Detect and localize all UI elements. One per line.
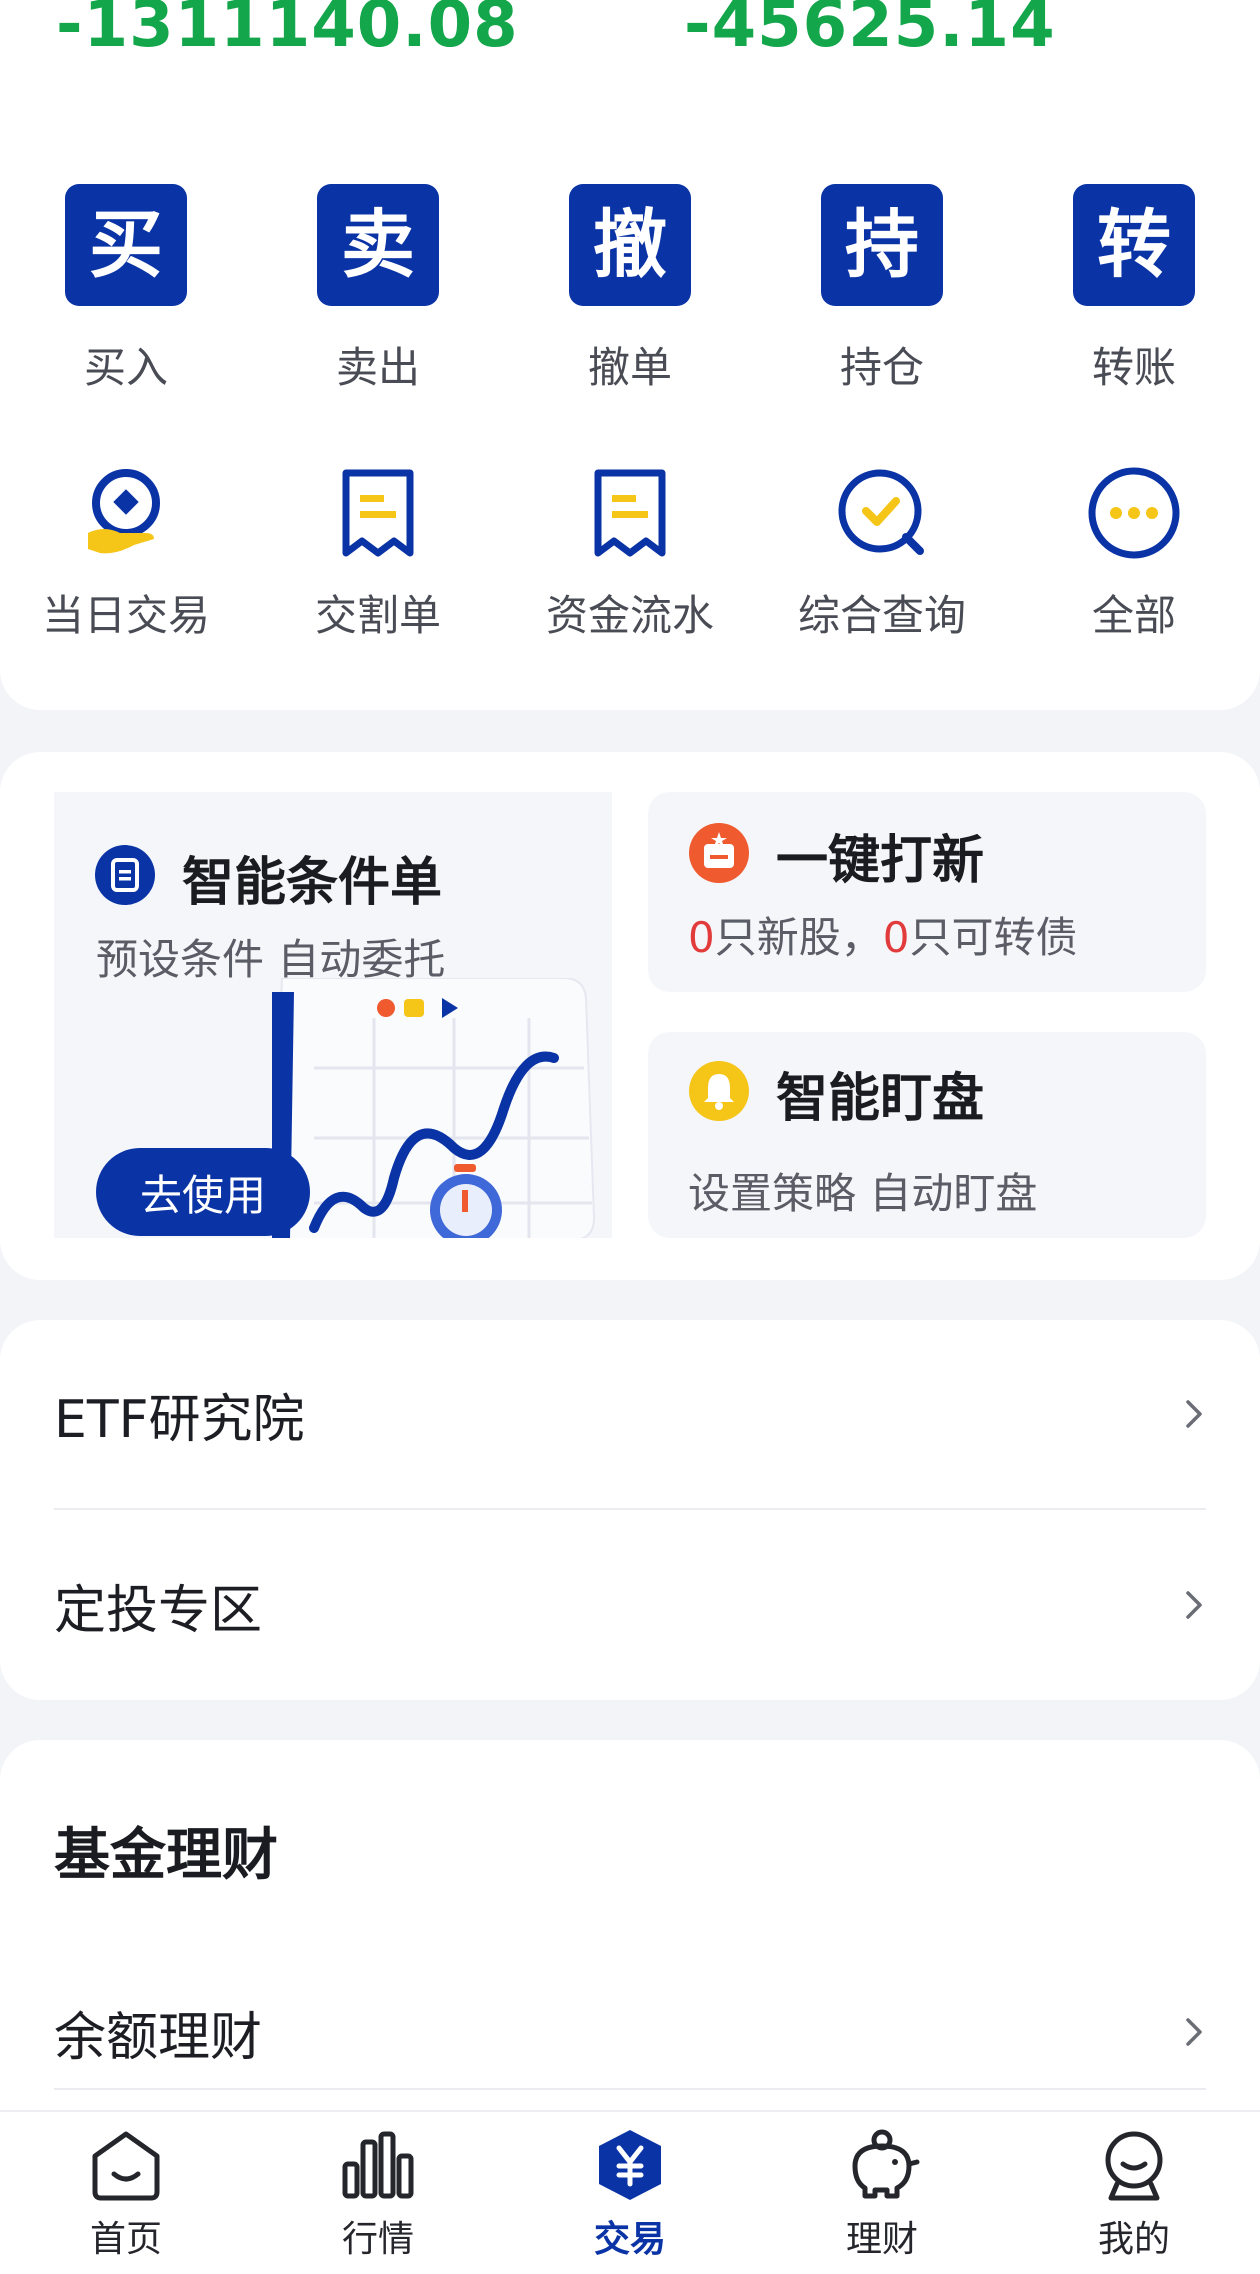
divider bbox=[54, 1508, 1206, 1510]
transfer-button[interactable]: 转 转账 bbox=[1008, 184, 1260, 395]
list-item-etf-research[interactable]: ETF研究院 bbox=[54, 1374, 1206, 1454]
cancel-order-label: 撤单 bbox=[587, 343, 672, 392]
one-click-ipo-tile[interactable]: 一键打新 0只新股，0只可转债 bbox=[648, 792, 1206, 992]
sell-icon: 卖 bbox=[317, 184, 439, 306]
buy-icon: 买 bbox=[65, 184, 187, 306]
cancel-icon: 撤 bbox=[569, 184, 691, 306]
coin-hand-icon bbox=[71, 458, 181, 568]
list-item-balance-wealth[interactable]: 余额理财 bbox=[54, 1992, 1206, 2072]
piggy-bank-icon bbox=[852, 2129, 920, 2199]
transfer-label: 转账 bbox=[1091, 343, 1176, 392]
receipt-icon bbox=[575, 458, 685, 568]
etf-research-label: ETF研究院 bbox=[54, 1389, 305, 1450]
smart-watch-title: 智能盯盘 bbox=[776, 1069, 985, 1129]
fund-section-title: 基金理财 bbox=[54, 1823, 278, 1888]
tab-wealth[interactable]: 理财 bbox=[756, 2112, 1008, 2274]
smart-condition-order-tile[interactable]: 智能条件单 预设条件 自动委托 去使用 bbox=[54, 792, 612, 1238]
trade-yuan-icon bbox=[599, 2130, 661, 2200]
market-chart-icon bbox=[342, 2131, 414, 2199]
divider bbox=[54, 2088, 1206, 2090]
tab-market[interactable]: 行情 bbox=[252, 2112, 504, 2274]
smart-watch-subtitle: 设置策略 自动盯盘 bbox=[688, 1169, 1038, 1218]
secondary-actions-row: 当日交易 交割单 资金流水 综合查询 全部 bbox=[0, 458, 1260, 643]
query-label: 综合查询 bbox=[797, 591, 966, 640]
all-label: 全部 bbox=[1091, 591, 1176, 640]
tab-trade[interactable]: 交易 bbox=[504, 2112, 756, 2274]
today-trades-label: 当日交易 bbox=[41, 591, 210, 640]
smart-tools-card: 智能条件单 预设条件 自动委托 去使用 一键打新 0只新股，0只可转债 智能盯盘… bbox=[0, 752, 1260, 1280]
more-icon bbox=[1079, 458, 1189, 568]
tab-trade-label: 交易 bbox=[593, 2219, 666, 2260]
list-item-dca-zone[interactable]: 定投专区 bbox=[54, 1565, 1206, 1645]
all-button[interactable]: 全部 bbox=[1008, 458, 1260, 643]
ipo-icon bbox=[689, 823, 749, 883]
fund-flow-button[interactable]: 资金流水 bbox=[504, 458, 756, 643]
tab-market-label: 行情 bbox=[341, 2219, 414, 2260]
query-button[interactable]: 综合查询 bbox=[756, 458, 1008, 643]
receipt-icon bbox=[323, 458, 433, 568]
cancel-order-button[interactable]: 撤 撤单 bbox=[504, 184, 756, 395]
buy-button[interactable]: 买 买入 bbox=[0, 184, 252, 395]
links-card: ETF研究院 定投专区 bbox=[0, 1320, 1260, 1700]
new-stock-count: 0 bbox=[688, 913, 715, 962]
settlement-button[interactable]: 交割单 bbox=[252, 458, 504, 643]
ipo-subtitle: 0只新股，0只可转债 bbox=[688, 904, 1078, 965]
ipo-title: 一键打新 bbox=[776, 831, 985, 891]
chevron-right-icon bbox=[1186, 1591, 1202, 1619]
check-search-icon bbox=[827, 458, 937, 568]
condition-order-icon bbox=[95, 845, 155, 905]
bottom-tab-bar: 首页 行情 交易 理财 我的 bbox=[0, 2110, 1260, 2274]
trade-actions-card: -1311140.08 -45625.14 买 买入 卖 卖出 撤 撤单 持 持… bbox=[0, 0, 1260, 710]
profile-icon bbox=[1105, 2131, 1163, 2201]
tab-mine-label: 我的 bbox=[1097, 2219, 1170, 2260]
new-stock-text: 只新股， bbox=[714, 913, 883, 962]
condition-order-title: 智能条件单 bbox=[182, 853, 443, 913]
tab-home[interactable]: 首页 bbox=[0, 2112, 252, 2274]
sell-label: 卖出 bbox=[335, 343, 420, 392]
chevron-right-icon bbox=[1186, 2018, 1202, 2046]
fund-flow-label: 资金流水 bbox=[545, 591, 714, 640]
dca-zone-label: 定投专区 bbox=[54, 1580, 263, 1641]
home-icon bbox=[92, 2131, 160, 2201]
buy-label: 买入 bbox=[83, 343, 168, 392]
convertible-bond-text: 只可转债 bbox=[909, 913, 1078, 962]
summary-value-right: -45625.14 bbox=[684, 0, 1056, 62]
tab-wealth-label: 理财 bbox=[845, 2219, 918, 2260]
sell-button[interactable]: 卖 卖出 bbox=[252, 184, 504, 395]
settlement-label: 交割单 bbox=[314, 591, 441, 640]
tab-home-label: 首页 bbox=[89, 2219, 162, 2260]
transfer-icon: 转 bbox=[1073, 184, 1195, 306]
positions-button[interactable]: 持 持仓 bbox=[756, 184, 1008, 395]
tab-mine[interactable]: 我的 bbox=[1008, 2112, 1260, 2274]
convertible-bond-count: 0 bbox=[882, 913, 910, 962]
today-trades-button[interactable]: 当日交易 bbox=[0, 458, 252, 643]
chevron-right-icon bbox=[1186, 1400, 1202, 1428]
use-condition-order-button[interactable]: 去使用 bbox=[96, 1148, 310, 1236]
summary-value-left: -1311140.08 bbox=[56, 0, 519, 62]
bell-icon bbox=[689, 1061, 749, 1121]
smart-watch-tile[interactable]: 智能盯盘 设置策略 自动盯盘 bbox=[648, 1032, 1206, 1238]
positions-label: 持仓 bbox=[839, 343, 924, 392]
position-icon: 持 bbox=[821, 184, 943, 306]
balance-wealth-label: 余额理财 bbox=[54, 2007, 263, 2068]
primary-actions-row: 买 买入 卖 卖出 撤 撤单 持 持仓 转 转账 bbox=[0, 184, 1260, 395]
